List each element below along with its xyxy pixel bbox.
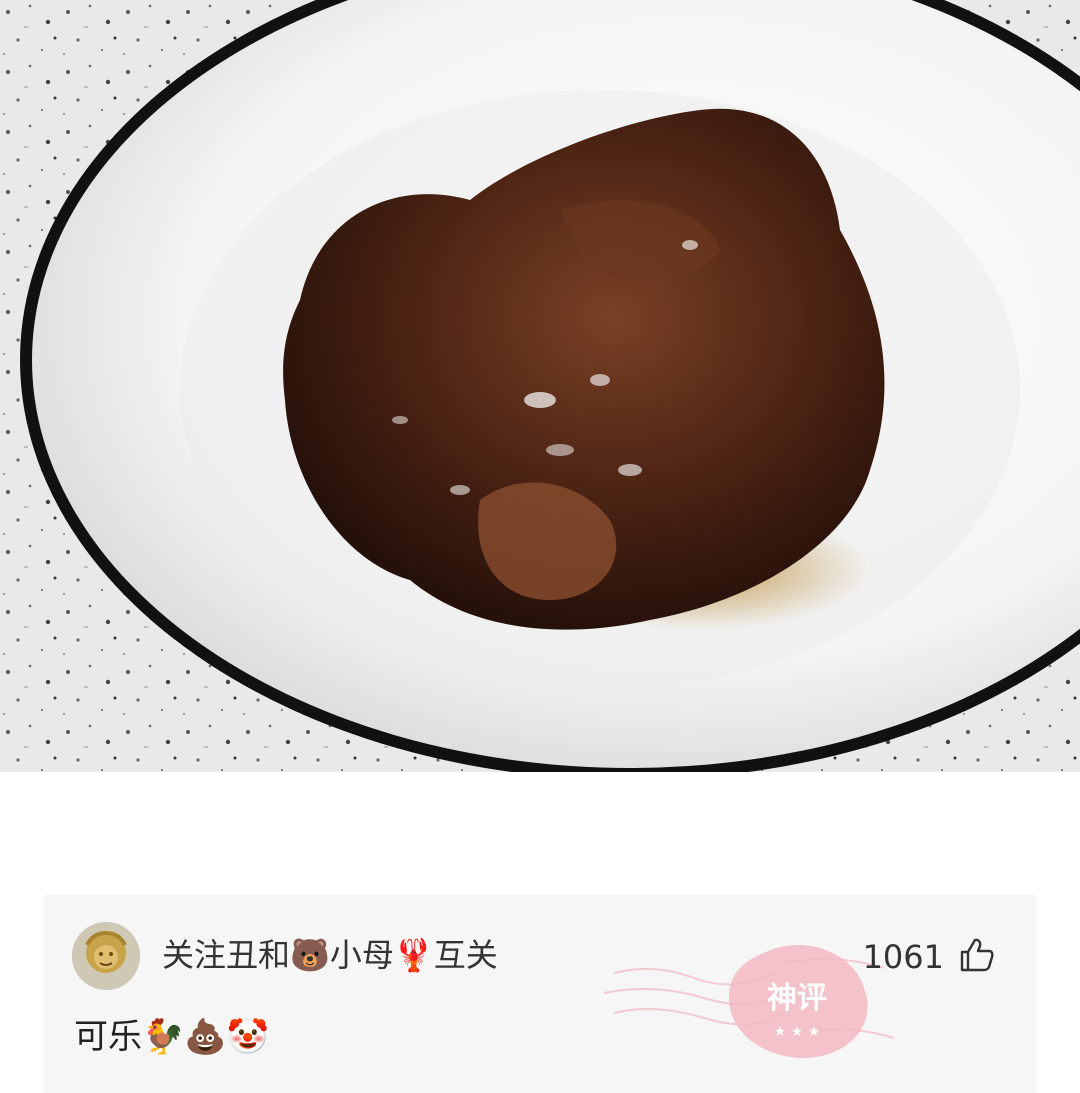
thumbs-up-icon bbox=[958, 936, 996, 978]
comment-card: 关注丑和🐻小母🦞互关 神评 ★ ★ ★ 1061 可乐🐓💩🤡 bbox=[44, 895, 1036, 1093]
like-button[interactable]: 1061 bbox=[863, 935, 996, 979]
avatar[interactable] bbox=[72, 922, 140, 990]
stamp-icon: 神评 ★ ★ ★ bbox=[603, 933, 904, 1063]
comment-text: 可乐🐓💩🤡 bbox=[74, 1017, 270, 1057]
food-photo bbox=[0, 0, 1080, 772]
username[interactable]: 关注丑和🐻小母🦞互关 bbox=[162, 935, 498, 975]
stamp-label: 神评 bbox=[767, 981, 827, 1016]
svg-text:★ ★ ★: ★ ★ ★ bbox=[774, 1024, 821, 1040]
like-count: 1061 bbox=[862, 938, 944, 976]
